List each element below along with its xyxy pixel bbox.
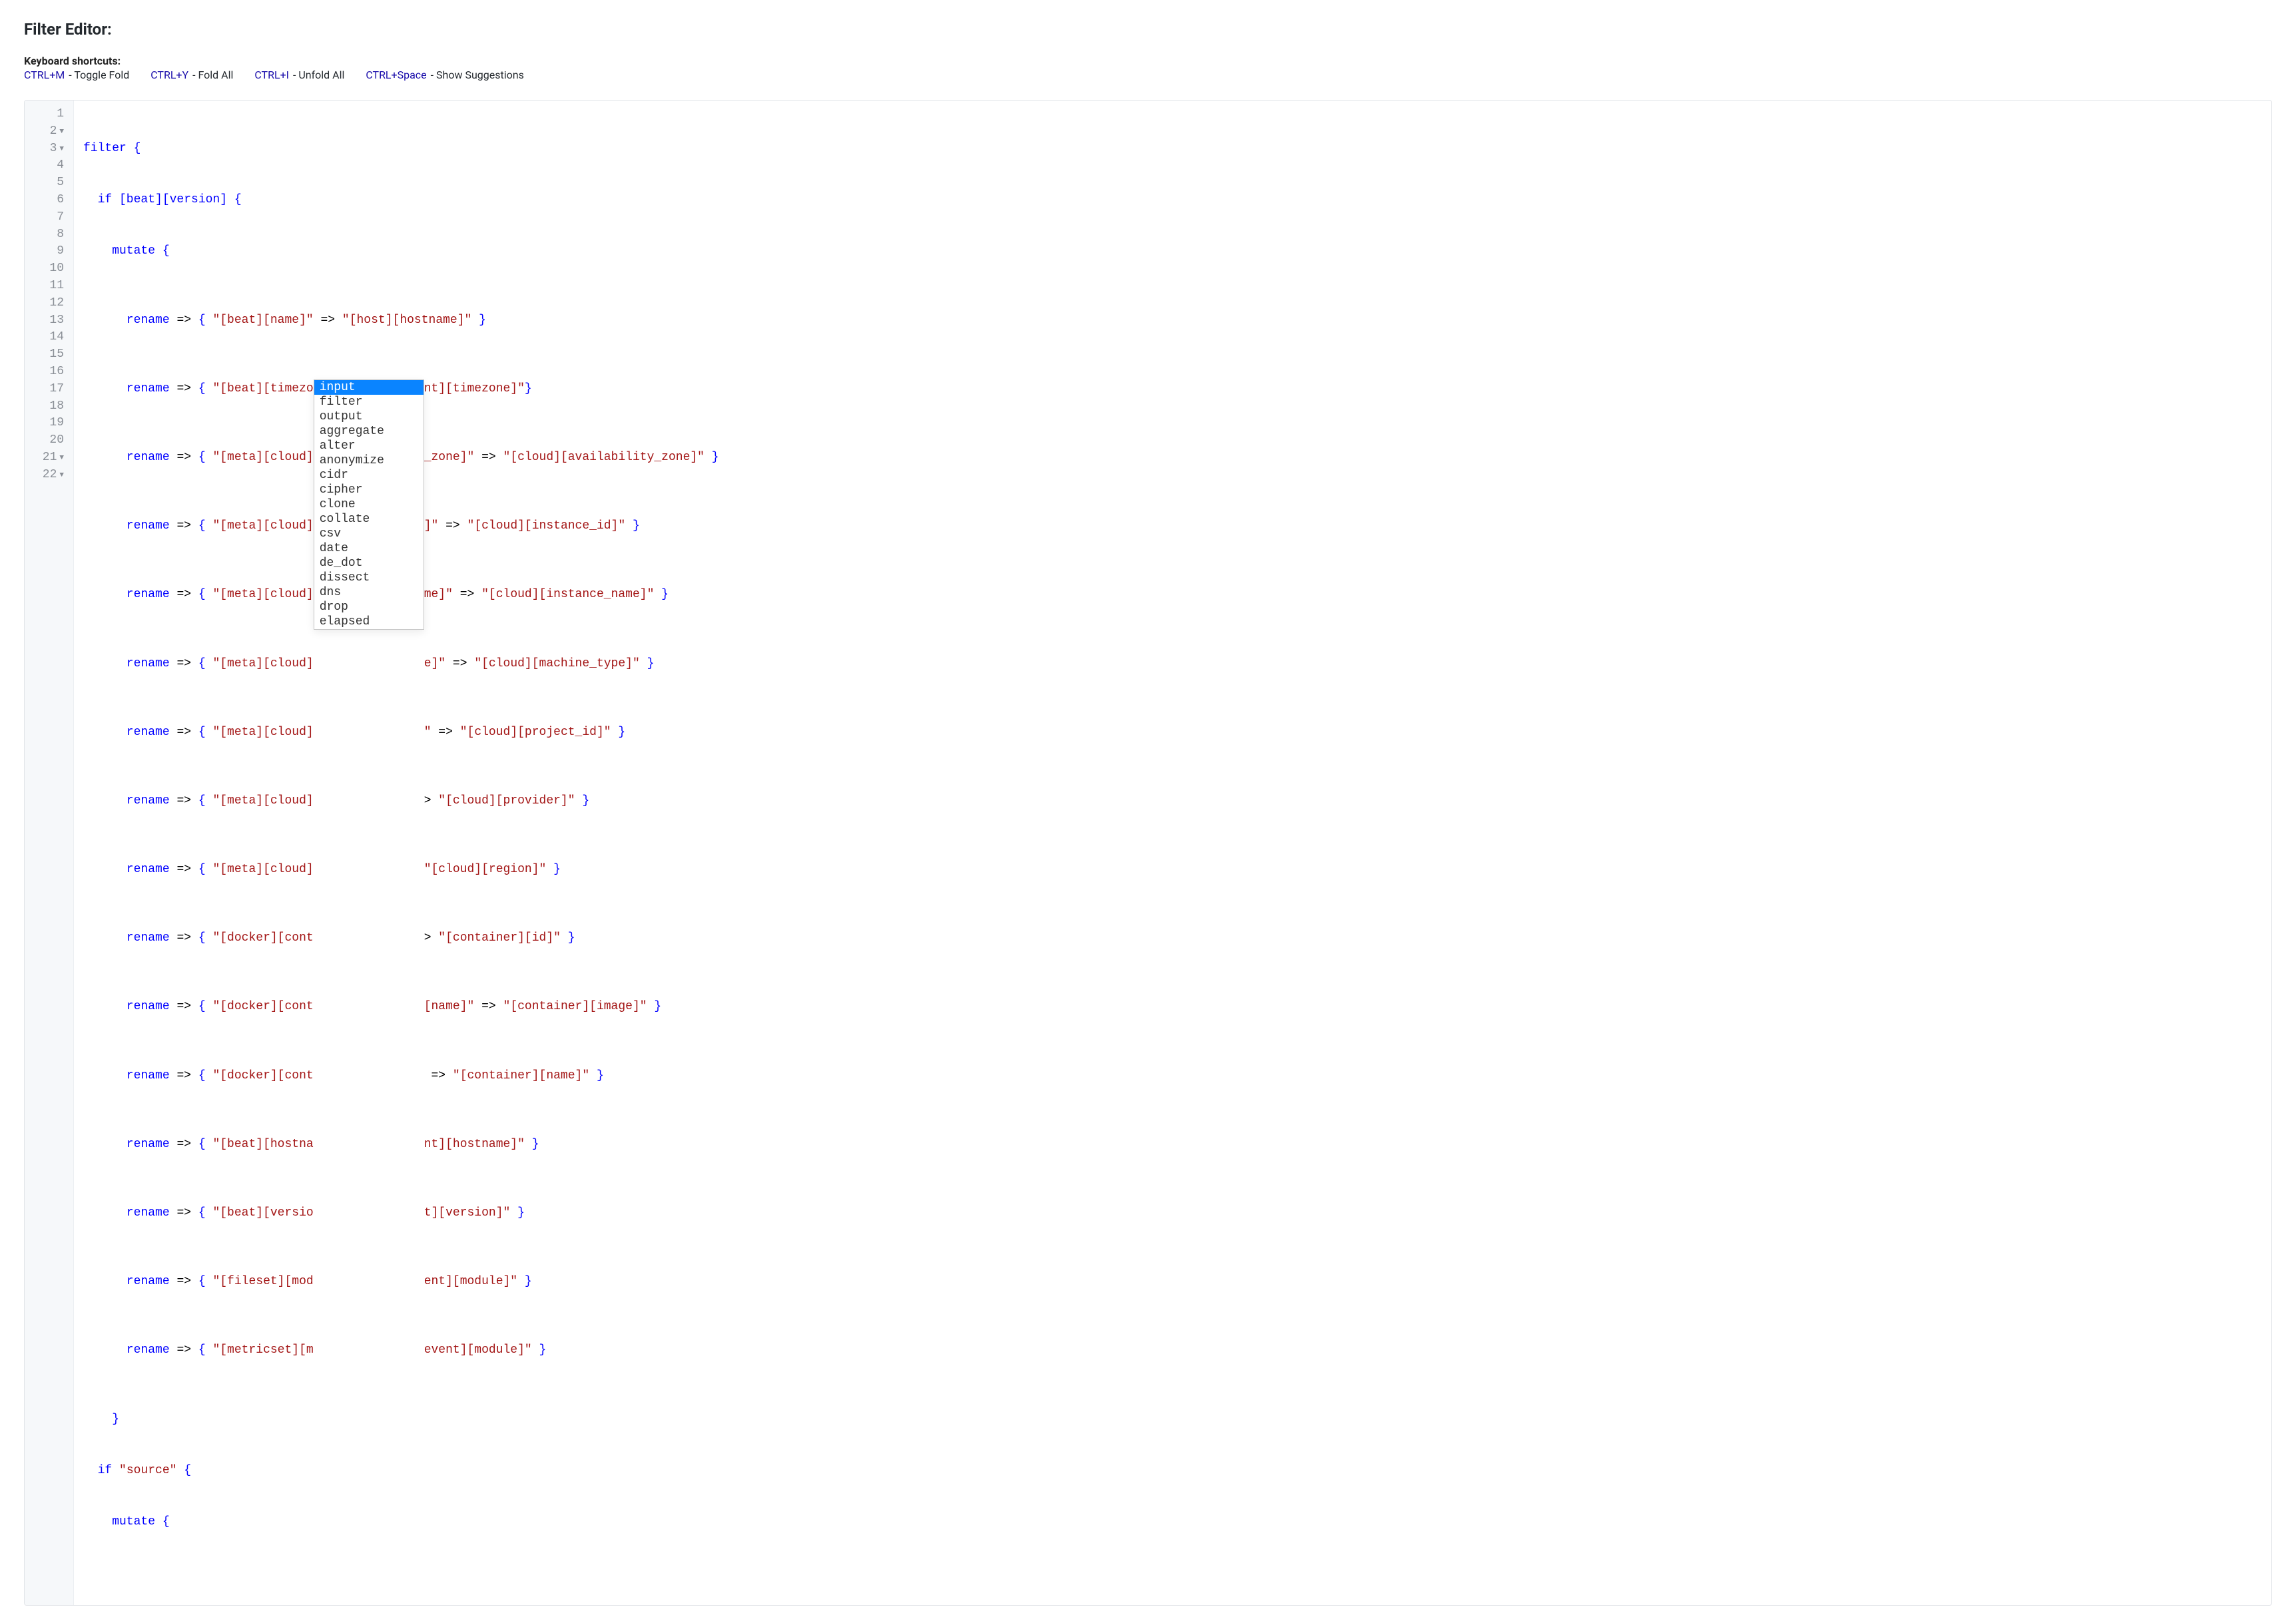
shortcut-key-fold-all: CTRL+Y	[150, 69, 188, 81]
suggestion-item[interactable]: csv	[314, 527, 424, 541]
suggestion-item[interactable]: drop	[314, 600, 424, 614]
suggestion-item[interactable]: anonymize	[314, 453, 424, 468]
shortcut-key-unfold-all: CTRL+I	[254, 69, 289, 81]
suggestion-item[interactable]: filter	[314, 395, 424, 409]
shortcuts-row: CTRL+M - Toggle Fold CTRL+Y - Fold All C…	[24, 69, 2272, 81]
shortcut-key-suggestions: CTRL+Space	[366, 69, 426, 81]
suggestion-item[interactable]: aggregate	[314, 424, 424, 439]
page-title: Filter Editor:	[24, 20, 2272, 39]
suggestion-item[interactable]: date	[314, 541, 424, 556]
suggestion-item[interactable]: input	[314, 380, 424, 395]
suggestion-item[interactable]: output	[314, 409, 424, 424]
suggestion-item[interactable]: clone	[314, 497, 424, 512]
shortcuts-label: Keyboard shortcuts:	[24, 55, 2272, 67]
fold-icon[interactable]: ▼	[59, 141, 64, 158]
shortcut-desc-suggestions: - Show Suggestions	[431, 69, 524, 81]
shortcut-desc-toggle-fold: - Toggle Fold	[69, 69, 129, 81]
shortcut-desc-unfold-all: - Unfold All	[293, 69, 344, 81]
line-number-gutter: 1 2▼ 3▼ 4 5 6 7 8 9 10 11 12 13 14 15 16…	[25, 101, 74, 1605]
shortcut-key-toggle-fold: CTRL+M	[24, 69, 65, 81]
suggestion-popup[interactable]: inputfilteroutputaggregatealteranonymize…	[314, 379, 424, 630]
suggestion-item[interactable]: cidr	[314, 468, 424, 483]
code-editor[interactable]: 1 2▼ 3▼ 4 5 6 7 8 9 10 11 12 13 14 15 16…	[24, 100, 2272, 1606]
suggestion-item[interactable]: dns	[314, 585, 424, 600]
suggestion-item[interactable]: cipher	[314, 483, 424, 497]
code-area[interactable]: filter { if [beat][version] { mutate { r…	[74, 101, 2271, 1605]
suggestion-item[interactable]: alter	[314, 439, 424, 453]
suggestion-item[interactable]: elapsed	[314, 614, 424, 629]
shortcut-desc-fold-all: - Fold All	[192, 69, 233, 81]
fold-icon[interactable]: ▼	[59, 124, 64, 141]
suggestion-item[interactable]: collate	[314, 512, 424, 527]
suggestion-item[interactable]: de_dot	[314, 556, 424, 571]
suggestion-item[interactable]: dissect	[314, 571, 424, 585]
fold-icon[interactable]: ▼	[59, 450, 64, 467]
fold-icon[interactable]: ▼	[59, 467, 64, 485]
